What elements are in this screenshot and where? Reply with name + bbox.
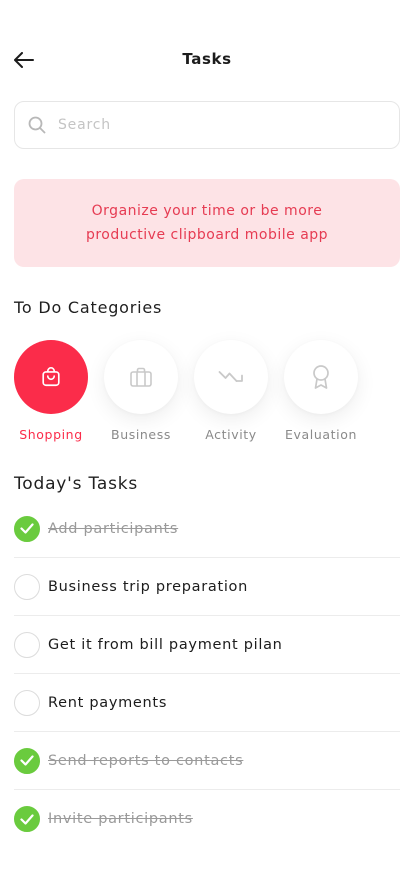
categories-heading: To Do Categories — [14, 298, 163, 317]
task-checkbox[interactable] — [14, 747, 40, 774]
task-item[interactable]: Add participants — [14, 500, 400, 558]
search-icon — [28, 116, 46, 134]
tasks-heading: Today's Tasks — [14, 474, 139, 494]
task-checkbox[interactable] — [14, 515, 40, 542]
category-circle — [104, 340, 178, 414]
category-shopping[interactable]: Shopping — [14, 340, 88, 442]
task-label: Get it from bill payment pilan — [48, 636, 283, 653]
banner-line-2: productive clipboard mobile app — [85, 227, 329, 243]
task-item[interactable]: Rent payments — [14, 674, 400, 732]
task-checkbox[interactable] — [14, 689, 40, 716]
check-icon — [20, 755, 34, 766]
category-business[interactable]: Business — [104, 340, 178, 442]
category-evaluation[interactable]: Evaluation — [284, 340, 358, 442]
task-label: Invite participants — [48, 811, 193, 827]
category-label: Business — [111, 427, 171, 442]
task-label: Send reports to contacts — [48, 752, 244, 769]
page-title: Tasks — [182, 50, 232, 68]
task-item[interactable]: Business trip preparation — [14, 558, 400, 616]
category-list: Shopping Business Activity Evaluation — [14, 340, 414, 450]
task-item[interactable]: Send reports to contacts — [14, 732, 400, 790]
banner-line-1: Organize your time or be more — [91, 203, 323, 219]
category-activity[interactable]: Activity — [194, 340, 268, 442]
promo-banner: Organize your time or be more productive… — [14, 179, 400, 267]
category-circle — [14, 340, 88, 414]
search-box[interactable] — [14, 101, 400, 149]
task-checkbox[interactable] — [14, 806, 40, 832]
award-icon — [313, 365, 329, 389]
header: Tasks — [0, 40, 414, 80]
shopping-bag-icon — [42, 367, 60, 387]
check-icon — [20, 813, 34, 825]
task-label: Rent payments — [48, 694, 168, 711]
category-circle — [284, 340, 358, 414]
task-checkbox[interactable] — [14, 631, 40, 658]
briefcase-icon — [130, 367, 152, 387]
category-circle — [194, 340, 268, 414]
task-item[interactable]: Invite participants — [14, 790, 400, 848]
screen: Tasks Organize your time or be more prod… — [0, 0, 414, 896]
search-input[interactable] — [58, 110, 378, 140]
task-item[interactable]: Get it from bill payment pilan — [14, 616, 400, 674]
category-label: Shopping — [19, 427, 83, 442]
check-icon — [20, 523, 34, 534]
task-label: Add participants — [48, 520, 179, 537]
category-label: Activity — [205, 427, 257, 442]
task-list: Add participants Business trip preparati… — [14, 500, 400, 848]
task-label: Business trip preparation — [48, 578, 249, 595]
task-checkbox[interactable] — [14, 573, 40, 600]
activity-icon — [218, 371, 243, 382]
category-label: Evaluation — [285, 427, 357, 442]
